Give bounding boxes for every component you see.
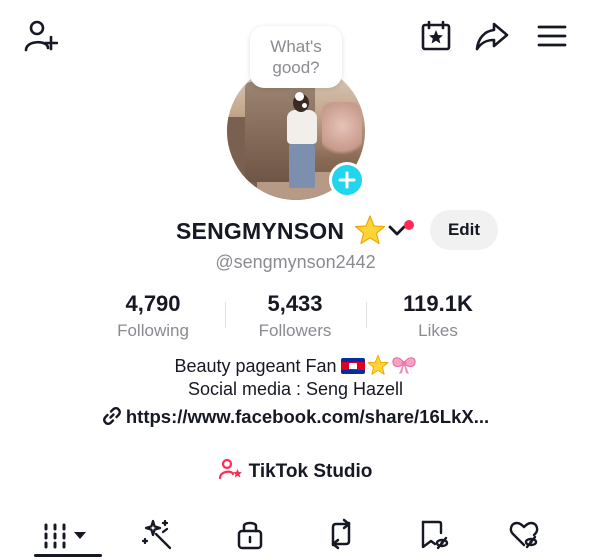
stat-value: 4,790 [125, 291, 181, 316]
active-tab-indicator [34, 554, 102, 557]
stat-value: 5,433 [267, 291, 323, 316]
tab-effects[interactable] [128, 514, 188, 554]
cambodia-flag-icon [340, 358, 365, 374]
bookmark-icon [421, 520, 449, 550]
tiktok-studio-link[interactable]: TikTok Studio [0, 458, 591, 483]
bubble-tail [295, 92, 304, 101]
user-handle: @sengmynson2442 [215, 252, 376, 272]
add-story-button[interactable] [329, 162, 365, 198]
studio-label: TikTok Studio [248, 461, 373, 482]
bubble-tail-small [302, 103, 307, 108]
add-friend-icon[interactable] [18, 16, 62, 56]
stat-likes[interactable]: 119.1K Likes [378, 290, 498, 342]
stat-divider [225, 302, 226, 328]
ribbon-bow-icon [391, 354, 417, 381]
note-text-line2: good? [272, 58, 320, 77]
edit-profile-button[interactable]: Edit [430, 210, 498, 250]
tab-favorites[interactable] [403, 514, 463, 554]
tab-private[interactable] [220, 514, 280, 554]
share-icon[interactable] [470, 14, 514, 58]
bio-line-2: Social media : Seng Hazell [187, 379, 404, 399]
hamburger-menu-icon[interactable] [530, 14, 574, 58]
stat-label: Following [117, 321, 189, 340]
lock-icon [237, 521, 263, 550]
bio-link-text: https://www.facebook.com/share/16LkX... [125, 406, 490, 427]
tab-reposts[interactable] [311, 514, 371, 554]
stat-label: Likes [418, 321, 458, 340]
stat-label: Followers [258, 321, 332, 340]
bio-link[interactable]: https://www.facebook.com/share/16LkX... [0, 406, 591, 428]
name-row: SENGMYNSON Edit [0, 208, 591, 252]
bio-text: Beauty pageant Fan [174, 356, 337, 376]
repost-icon [331, 518, 351, 550]
username: SENGMYNSON [176, 218, 345, 244]
tab-liked[interactable] [494, 514, 554, 554]
tab-videos[interactable] [38, 514, 98, 554]
note-bubble[interactable]: What's good? [250, 26, 342, 88]
stat-divider [366, 302, 367, 328]
stat-followers[interactable]: 5,433 Followers [235, 290, 355, 342]
studio-person-star-icon [218, 458, 242, 480]
grid-videos-icon [44, 523, 86, 549]
notification-dot [404, 220, 414, 230]
star-icon [354, 214, 386, 251]
stat-following[interactable]: 4,790 Following [93, 290, 213, 342]
sparkle-wand-icon [141, 519, 172, 550]
note-text-line1: What's [270, 37, 322, 56]
stat-value: 119.1K [403, 291, 473, 316]
bio-line-1: Beauty pageant Fan [0, 354, 591, 381]
liked-heart-icon [509, 521, 539, 549]
link-icon [102, 407, 121, 425]
star-emoji-icon [367, 354, 389, 381]
calendar-star-icon[interactable] [414, 14, 458, 58]
